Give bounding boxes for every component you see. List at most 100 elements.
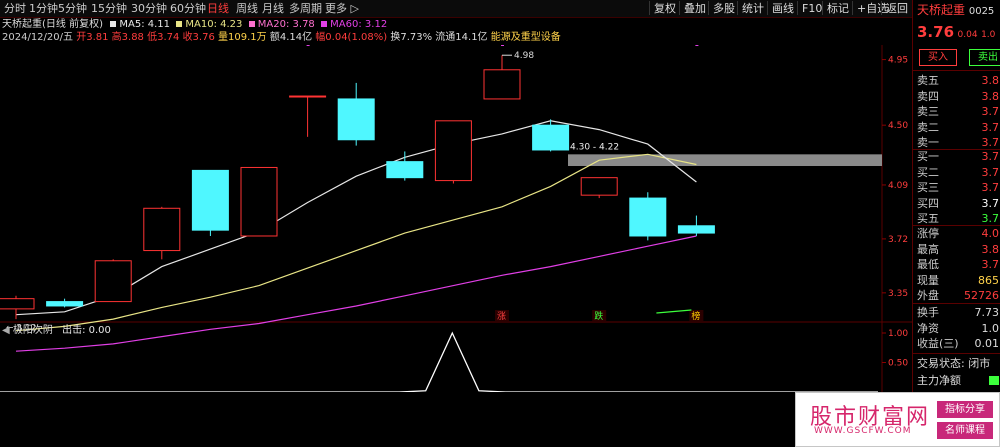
candle-body	[483, 69, 521, 100]
ask-row-0-label: 卖五	[917, 74, 939, 87]
bar-turnover: 换7.73%	[390, 32, 433, 43]
indicator-tick-label: 0.50	[888, 359, 908, 369]
panel-divider	[913, 70, 1000, 71]
stat-row-4-label: 外盘	[917, 289, 939, 302]
fin-row-0: 换手 7.73	[917, 305, 1000, 320]
panel-divider	[913, 353, 1000, 354]
bar-open: 开3.81	[76, 32, 109, 43]
toolbar-divider	[797, 1, 798, 15]
ma60-value: MA60: 3.12	[330, 19, 388, 30]
bid-row-0: 买一 3.7	[917, 149, 1000, 164]
timeframe-tab-7[interactable]: 周线	[236, 1, 258, 16]
toolbar-button-5[interactable]: F10	[802, 1, 822, 16]
bar-float: 流通14.1亿	[435, 32, 488, 43]
candle	[191, 169, 229, 236]
period-toolbar: 分时 1分钟 5分钟 15分钟 30分钟 60分钟 日线 周线 月线 多周期 更多 ▷ 复权 叠加 多股统…	[0, 0, 912, 18]
bar-sector: 能源及重型设备	[490, 32, 561, 43]
stat-row-2: 最低 3.7	[917, 257, 1000, 272]
toolbar-divider	[881, 1, 882, 15]
candle	[337, 82, 375, 146]
fin-row-0-value: 7.73	[974, 306, 1000, 319]
candle-body	[0, 298, 35, 310]
stat-row-0-label: 涨停	[917, 227, 939, 240]
candle	[677, 215, 715, 236]
candle-body	[386, 161, 424, 179]
teacher-course-button[interactable]: 名师课程	[937, 422, 993, 439]
stat-row-0-value: 4.0	[981, 227, 1000, 240]
candle-body	[240, 166, 278, 237]
ask-row-2-label: 卖三	[917, 105, 939, 118]
candle	[483, 55, 521, 100]
timeframe-tab-2[interactable]: 5分钟	[58, 1, 87, 16]
price-axis: 4.95 4.50 4.09 3.72 3.35	[882, 56, 908, 299]
timeframe-tab-3[interactable]: 15分钟	[91, 1, 127, 16]
fin-row-0-label: 换手	[917, 306, 939, 319]
indicator-output: 出击: 0.00	[62, 325, 111, 336]
volume-ribbon	[656, 309, 692, 314]
site-watermark: 股市财富网 WWW.GSCFW.COM 指标分享 名师课程	[795, 392, 1000, 447]
toolbar-button-3[interactable]: 统计	[742, 1, 764, 16]
ask-row-2-value: 3.7	[981, 105, 1000, 118]
bid-row-0-label: 买一	[917, 150, 939, 163]
timeframe-tab-9[interactable]: 多周期	[289, 1, 322, 16]
toolbar-button-0[interactable]: 复权	[654, 1, 676, 16]
bar-high: 高3.88	[111, 32, 144, 43]
toolbar-button-7[interactable]: +自选	[857, 1, 888, 16]
main-flow-bar	[989, 376, 999, 385]
toolbar-divider	[767, 1, 768, 15]
candle	[434, 120, 472, 184]
bid-row-3-label: 买四	[917, 196, 939, 210]
ask-row-0-value: 3.8	[981, 74, 1000, 87]
bid-row-3-value: 3.7	[981, 196, 1000, 210]
timeframe-tab-6[interactable]: 日线	[207, 1, 229, 16]
sell-button[interactable]: 卖出	[969, 49, 1000, 66]
bid-row-4-value: 3.7	[981, 212, 1000, 225]
stat-row-1-value: 3.8	[981, 242, 1000, 256]
price-row: 3.76 0.04 1.0	[917, 22, 1000, 42]
ma20-value: MA20: 3.78	[257, 19, 315, 30]
timeframe-tab-8[interactable]: 月线	[262, 1, 284, 16]
bar-close: 收3.76	[182, 32, 215, 43]
signal-marker-2: 榜	[691, 310, 700, 322]
timeframe-tab-0[interactable]: 分时	[4, 1, 26, 16]
buy-button[interactable]: 买入	[919, 49, 957, 66]
bid-row-0-value: 3.7	[981, 150, 1000, 163]
kline-chart[interactable]: ← 3.124.984.30 - 4.22涨跌榜 4.954.504.093.7…	[0, 45, 912, 392]
ask-row-1-label: 卖四	[917, 89, 939, 103]
stat-row-3-label: 现量	[917, 273, 939, 287]
timeframe-tab-1[interactable]: 1分钟	[29, 1, 58, 16]
stat-row-3: 现量 865	[917, 273, 1000, 288]
toolbar-button-6[interactable]: 标记	[827, 1, 849, 16]
ma10-swatch	[176, 21, 183, 27]
bid-row-3: 买四 3.7	[917, 196, 1000, 211]
watermark-url: WWW.GSCFW.COM	[814, 426, 912, 436]
candle-body	[434, 120, 472, 182]
cycle-dot	[306, 45, 310, 46]
candle-body	[289, 95, 327, 98]
candle-body	[580, 177, 618, 196]
toolbar-button-2[interactable]: 多股	[713, 1, 735, 16]
collapse-icon[interactable]: ◀	[2, 325, 10, 336]
bid-row-2: 买三 3.7	[917, 180, 1000, 195]
toolbar-divider	[737, 1, 738, 15]
ma60-swatch	[320, 21, 327, 27]
indicator-header: ◀ 极阳次阴 出击: 0.00	[2, 325, 111, 337]
price-tick-label: 4.09	[888, 181, 908, 191]
toolbar-button-8[interactable]: 返回	[886, 1, 908, 16]
toolbar-button-1[interactable]: 叠加	[684, 1, 706, 16]
candle-body	[532, 124, 570, 151]
indicator-share-button[interactable]: 指标分享	[937, 401, 993, 418]
toolbar-button-4[interactable]: 画线	[772, 1, 794, 16]
toolbar-divider	[822, 1, 823, 15]
fin-row-1: 净资 1.0	[917, 321, 1000, 336]
stat-row-3-value: 865	[978, 273, 999, 287]
bid-row-4: 买五 3.7	[917, 211, 1000, 226]
candle-body	[143, 207, 181, 252]
timeframe-tab-5[interactable]: 60分钟	[170, 1, 206, 16]
last-price: 3.76	[917, 23, 955, 41]
timeframe-tab-10[interactable]: 更多 ▷	[325, 1, 359, 16]
stat-row-1: 最高 3.8	[917, 242, 1000, 257]
stat-row-2-value: 3.7	[981, 258, 1000, 271]
timeframe-tab-4[interactable]: 30分钟	[131, 1, 167, 16]
price-percent: 1.0	[981, 30, 996, 40]
